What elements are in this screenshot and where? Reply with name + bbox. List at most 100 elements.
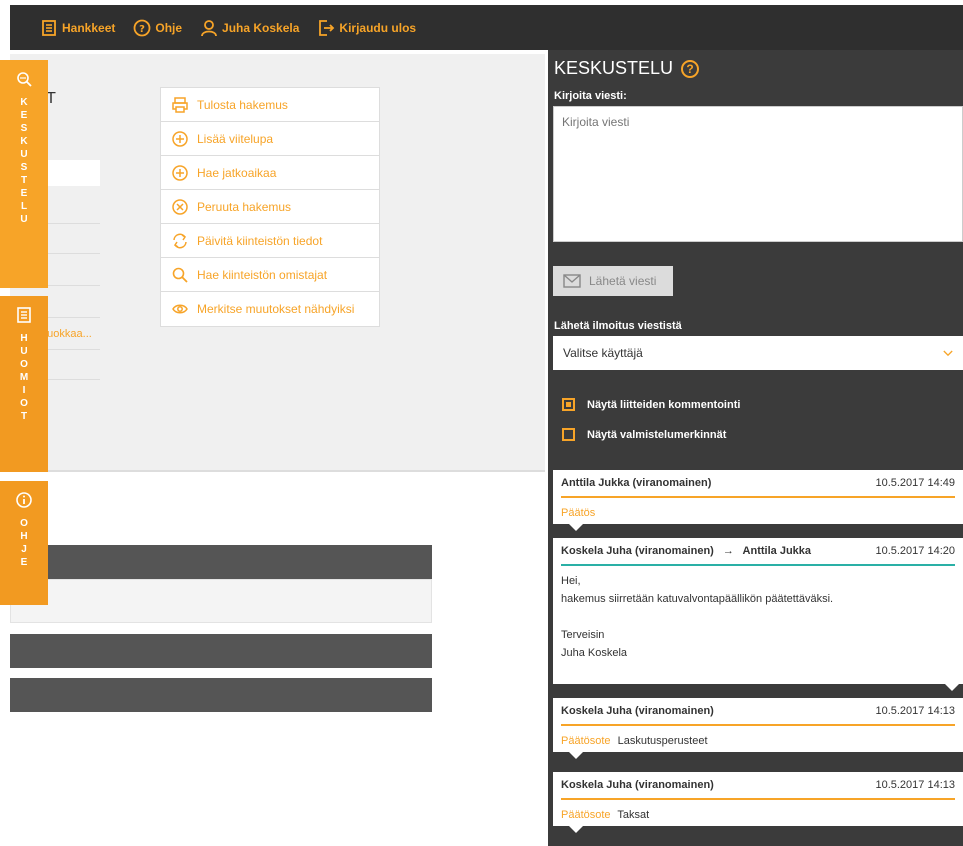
write-message-label: Kirjoita viesti: [554,90,627,102]
message-input[interactable] [553,106,963,242]
envelope-icon [563,274,581,288]
help-icon: ? [133,19,151,36]
cancel-application-button[interactable]: Peruuta hakemus [161,190,379,224]
message-time: 10.5.2017 14:13 [875,779,955,791]
request-extension-button[interactable]: Hae jatkoaikaa [161,156,379,190]
message-line: Hei, [561,575,581,587]
checkbox-label: Näytä liitteiden kommentointi [587,398,741,411]
message-recipient: Anttila Jukka [742,545,812,557]
message-header: Koskela Juha (viranomainen) 10.5.2017 14… [561,772,955,800]
checkbox-unchecked-icon [562,428,575,441]
section-content-row [10,579,432,623]
refresh-icon [173,233,187,248]
nav-user[interactable]: Juha Koskela [200,19,299,37]
message-body: Päätös [553,498,963,530]
message-time: 10.5.2017 14:13 [875,705,955,717]
message-body: Päätösote Taksat [553,800,963,832]
message-notch [569,826,583,833]
svg-text:?: ? [139,24,145,35]
x-circle-icon [172,198,188,215]
message-tag-link[interactable]: Päätös [561,507,595,519]
message-header: Koskela Juha (viranomainen) → Anttila Ju… [561,538,955,566]
send-message-button[interactable]: Lähetä viesti [553,266,673,296]
tab-ohje[interactable]: OHJE [0,481,48,605]
action-label: Merkitse muutokset nähdyiksi [197,302,355,316]
message-body: Päätösote Laskutusperusteet [553,726,963,758]
message-time: 10.5.2017 14:49 [875,477,955,489]
message-line: Juha Koskela [561,647,628,659]
message-notch [569,752,583,759]
action-label: Hae jatkoaikaa [197,165,277,180]
mark-changes-seen-button[interactable]: Merkitse muutokset nähdyiksi [161,292,379,326]
message-tag-link[interactable]: Päätösote [561,735,611,747]
chat-search-icon [17,72,32,87]
eye-icon [172,304,188,314]
action-label: Peruuta hakemus [197,199,292,214]
chat-title-text: KESKUSTELU [554,58,674,78]
refresh-property-info-button[interactable]: Päivitä kiinteistön tiedot [161,224,379,258]
message-author: Koskela Juha (viranomainen) [561,705,714,717]
top-bar: Hankkeet ? Ohje Juha Koskela Kirjaudu ul… [0,0,963,54]
help-icon[interactable]: ? [681,59,700,78]
document-list-icon [42,19,56,36]
nav-projects-label: Hankkeet [62,20,116,35]
checkbox-label: Näytä valmistelumerkinnät [587,428,727,441]
message-tag-link[interactable]: Päätösote [561,809,611,821]
plus-circle-icon [172,164,188,181]
notify-label: Lähetä ilmoitus viestistä [554,320,682,332]
info-icon [16,492,32,508]
section-header-bar[interactable] [10,634,432,668]
action-label: Lisää viitelupa [197,131,274,146]
actions-menu: Tulosta hakemus Lisää viitelupa Hae jatk… [160,87,380,327]
print-icon [172,96,188,113]
message-body: Hei, hakemus siirretään katuvalvontapääl… [553,566,963,670]
nav-user-label: Juha Koskela [222,20,300,35]
chat-message: Koskela Juha (viranomainen) 10.5.2017 14… [553,772,963,833]
message-header: Anttila Jukka (viranomainen) 10.5.2017 1… [561,470,955,498]
action-label: Päivitä kiinteistön tiedot [197,233,323,248]
nav-help-label: Ohje [155,20,183,35]
message-notch [569,524,583,531]
search-icon [172,267,188,283]
tab-keskustelu[interactable]: KESKUSTELU [0,60,48,288]
nav-help[interactable]: ? Ohje [133,19,182,37]
logout-icon [319,19,335,36]
find-property-owners-button[interactable]: Hae kiinteistön omistajat [161,258,379,292]
chat-panel: KESKUSTELU ? Kirjoita viesti: Lähetä vie… [548,50,963,846]
message-time: 10.5.2017 14:20 [875,545,955,557]
checkbox-checked-icon [562,398,575,411]
message-text: Laskutusperusteet [617,735,708,747]
show-prep-notes-checkbox[interactable]: Näytä valmistelumerkinnät [562,428,726,441]
chat-message: Koskela Juha (viranomainen) → Anttila Ju… [553,538,963,691]
nav-logout[interactable]: Kirjaudu ulos [317,19,416,37]
chat-message: Koskela Juha (viranomainen) 10.5.2017 14… [553,698,963,759]
action-label: Hae kiinteistön omistajat [197,267,328,282]
chat-message: Anttila Jukka (viranomainen) 10.5.2017 1… [553,470,963,531]
section-header-bar[interactable] [10,545,432,579]
show-attachment-comments-checkbox[interactable]: Näytä liitteiden kommentointi [562,398,740,411]
nav-projects[interactable]: Hankkeet [40,19,115,37]
message-header: Koskela Juha (viranomainen) 10.5.2017 14… [561,698,955,726]
user-select[interactable]: Valitse käyttäjä [553,336,963,370]
action-label: Tulosta hakemus [197,97,288,112]
main-nav: Hankkeet ? Ohje Juha Koskela Kirjaudu ul… [40,5,416,50]
plus-circle-icon [172,130,188,147]
tab-huomiot[interactable]: HUOMIOT [0,296,48,472]
add-reference-permit-button[interactable]: Lisää viitelupa [161,122,379,156]
message-line: Terveisin [561,629,605,641]
print-application-button[interactable]: Tulosta hakemus [161,88,379,122]
nav-logout-label: Kirjaudu ulos [339,20,417,35]
chevron-down-icon [943,350,953,356]
message-sender: Koskela Juha (viranomainen) → Anttila Ju… [561,545,811,557]
message-author: Koskela Juha (viranomainen) [561,779,714,791]
message-line: hakemus siirretään katuvalvontapäällikön… [561,593,834,605]
section-header-bar[interactable] [10,678,432,712]
message-author: Anttila Jukka (viranomainen) [561,477,712,489]
notes-icon [17,307,31,323]
message-author: Koskela Juha (viranomainen) [561,545,714,557]
user-icon [201,19,217,36]
message-text: Taksat [617,809,650,821]
send-message-label: Lähetä viesti [589,274,657,288]
arrow-right-icon: → [722,545,734,557]
chat-title: KESKUSTELU ? [554,58,700,79]
